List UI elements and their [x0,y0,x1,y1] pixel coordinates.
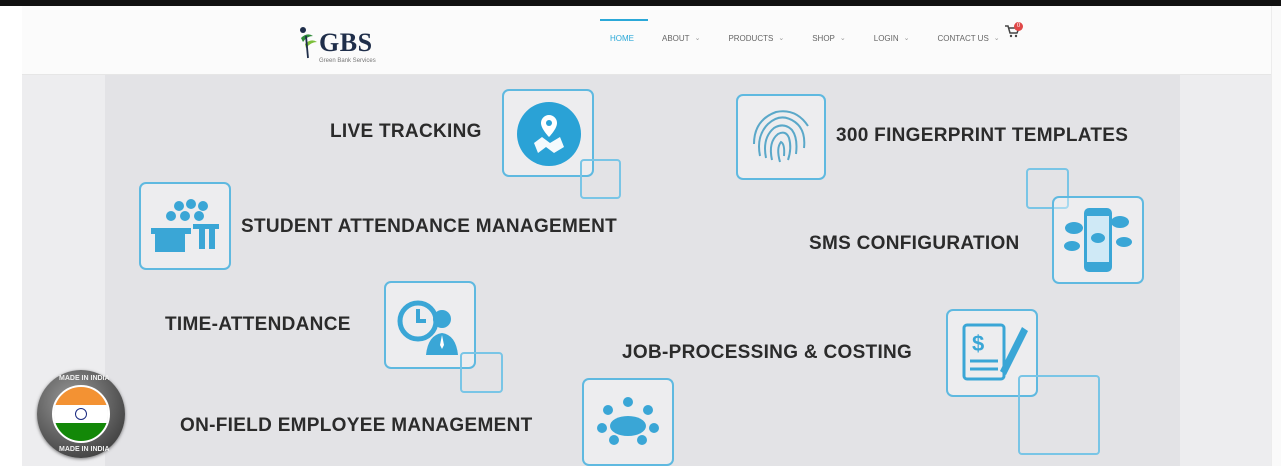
nav-item-products[interactable]: PRODUCTS ⌄ [728,34,784,43]
nav-item-contact-us[interactable]: CONTACT US ⌄ [938,34,1000,43]
chevron-down-icon: ⌄ [694,35,701,42]
sms-icon-box [1052,196,1144,284]
location-map-icon [517,102,581,166]
left-gutter [0,6,23,466]
chevron-down-icon: ⌄ [778,35,785,42]
smartphone-chat-icon [1064,208,1132,272]
classroom-icon [151,199,219,252]
site-logo[interactable]: GBS Green Bank Services [297,24,387,68]
feature-sms-label: SMS CONFIGURATION [809,233,1020,254]
nav-item-login[interactable]: LOGIN ⌄ [874,34,910,43]
decorative-square [1018,375,1100,455]
logo-subtitle: Green Bank Services [319,58,376,64]
cart-count-badge: 0 [1014,22,1023,31]
nav-label: CONTACT US [937,33,989,43]
feature-time-attendance-label: TIME-ATTENDANCE [165,314,351,335]
feature-job-processing-label: JOB-PROCESSING & COSTING [622,342,913,363]
logo-text: GBS [319,28,373,57]
nav-item-shop[interactable]: SHOP ⌄ [812,34,846,43]
badge-top-text: MADE IN INDIA [59,375,110,382]
india-flag-icon [52,385,110,443]
leaf-logo-icon [300,27,317,59]
on-field-icon-box [582,378,674,466]
nav-label: ABOUT [662,33,690,43]
student-attendance-icon-box [139,182,231,270]
feature-student-attendance-label: STUDENT ATTENDANCE MANAGEMENT [241,216,618,237]
svg-text:$: $ [972,331,984,356]
feature-on-field-label: ON-FIELD EMPLOYEE MANAGEMENT [180,415,533,436]
made-in-india-badge: MADE IN INDIA MADE IN INDIA [37,370,125,458]
chevron-down-icon: ⌄ [993,35,1000,42]
feature-live-tracking-label: LIVE TRACKING [330,121,482,142]
fingerprint-icon [753,110,809,163]
team-meeting-icon [597,397,659,445]
decorative-square [580,159,621,199]
main-nav: HOME ABOUT ⌄ PRODUCTS ⌄ SHOP ⌄ LOGIN ⌄ C… [600,18,1028,50]
hero-right-margin [1180,75,1271,466]
feature-fingerprint-label: 300 FINGERPRINT TEMPLATES [836,125,1129,146]
nav-item-about[interactable]: ABOUT ⌄ [662,34,700,43]
scrollbar[interactable] [1271,6,1281,466]
ashoka-chakra-icon [75,408,87,420]
chevron-down-icon: ⌄ [839,35,846,42]
nav-item-home[interactable]: HOME [600,18,648,43]
nav-label: PRODUCTS [728,33,774,43]
decorative-square [460,352,503,393]
fingerprint-icon-box [736,94,826,180]
nav-label: HOME [610,33,634,43]
site-header: GBS Green Bank Services HOME ABOUT ⌄ PRO… [22,6,1271,75]
chevron-down-icon: ⌄ [903,35,910,42]
badge-bottom-text: MADE IN INDIA [59,446,110,453]
nav-label: SHOP [812,33,835,43]
nav-label: LOGIN [873,33,899,43]
